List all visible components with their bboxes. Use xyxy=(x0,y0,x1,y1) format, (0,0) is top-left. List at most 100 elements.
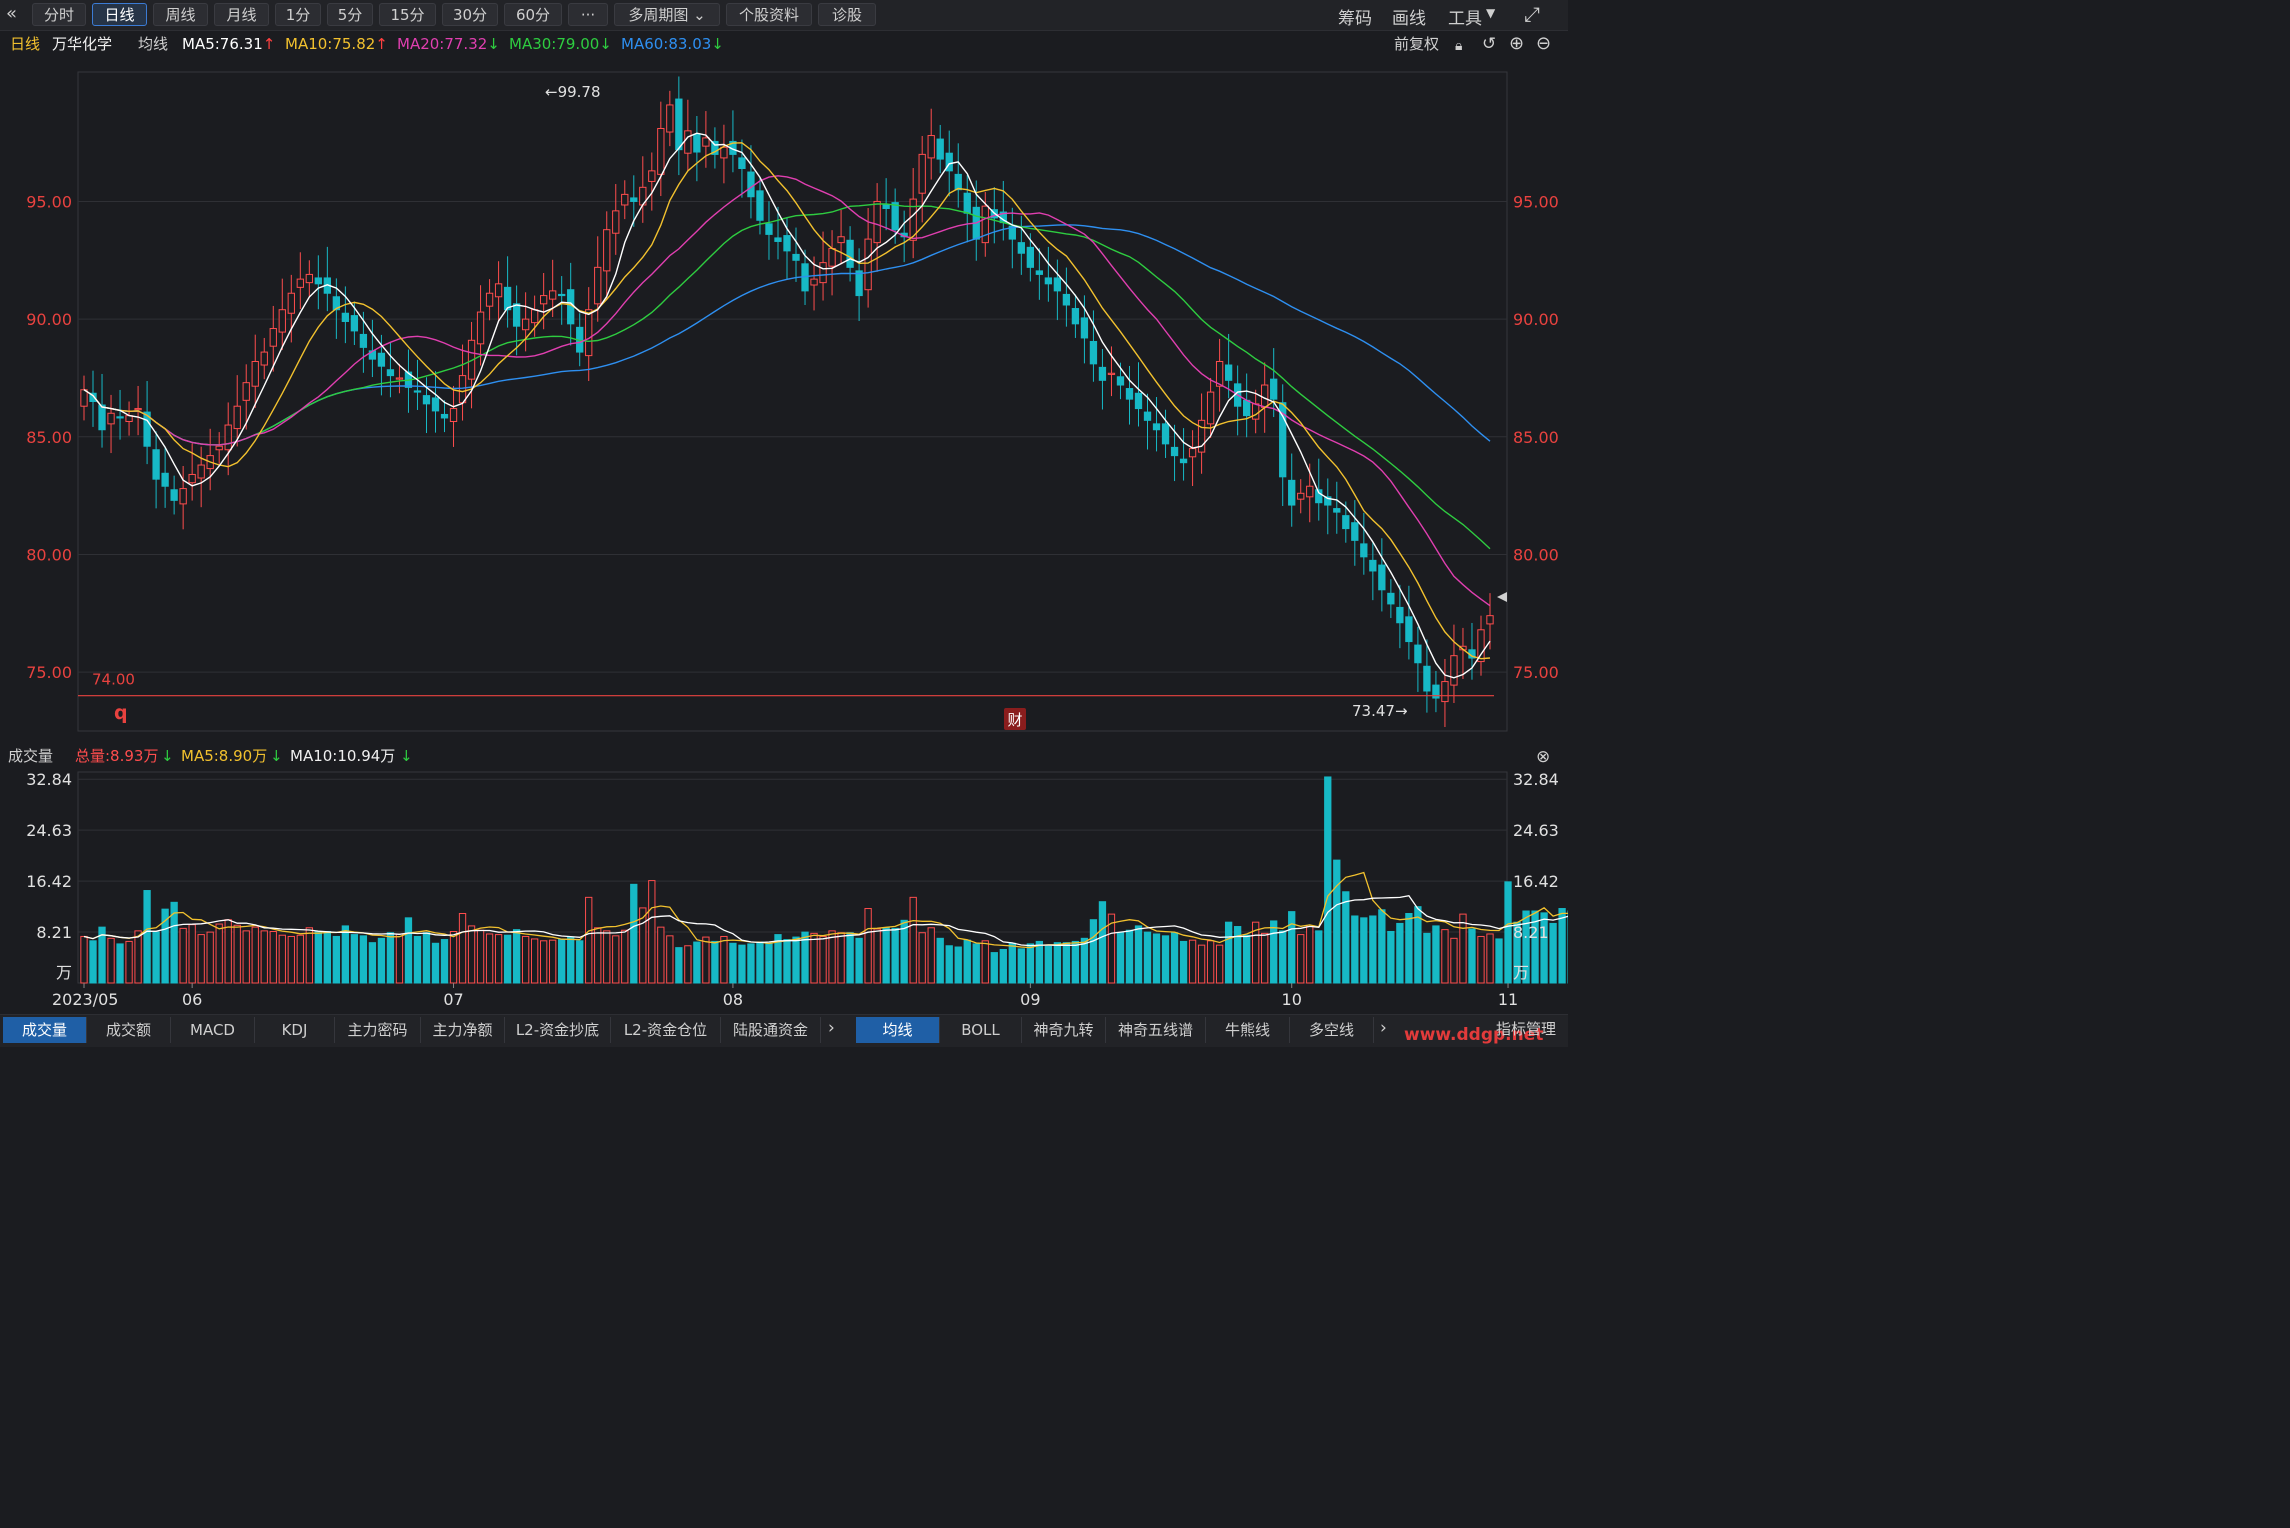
volume-bar xyxy=(1549,922,1557,984)
volume-bar xyxy=(1242,934,1251,984)
volume-bar xyxy=(1423,932,1431,984)
indicator-tab-7[interactable]: L2-资金仓位 xyxy=(611,1017,721,1043)
candle-body xyxy=(1116,376,1125,386)
x-tick-label: 11 xyxy=(1498,990,1518,1009)
volume-bar xyxy=(296,934,304,984)
chevron-right-icon[interactable]: › xyxy=(1380,1018,1387,1038)
volume-total: 总量:8.93万 xyxy=(75,747,159,765)
close-icon[interactable]: ⊗ xyxy=(1536,745,1550,769)
indicator-manage-button[interactable]: 指标管理 xyxy=(1496,1018,1556,1039)
volume-bar xyxy=(918,932,926,984)
overlay-tab-2[interactable]: 神奇九转 xyxy=(1022,1017,1106,1043)
candle-body xyxy=(215,445,223,451)
volume-bar xyxy=(134,930,142,984)
volume-bar xyxy=(1134,925,1143,984)
volume-bar xyxy=(990,952,998,984)
volume-bar xyxy=(1279,930,1287,984)
volume-bar xyxy=(179,927,187,984)
candle-body xyxy=(684,130,692,154)
x-tick-label: 06 xyxy=(182,990,202,1009)
indicator-tab-3[interactable]: KDJ xyxy=(255,1017,335,1043)
volume-bar xyxy=(386,932,395,984)
indicator-tab-8[interactable]: 陆股通资金 xyxy=(721,1017,821,1043)
overlay-tab-1[interactable]: BOLL xyxy=(940,1017,1022,1043)
price-tick-left: 85.00 xyxy=(26,428,72,447)
x-tick-label: 08 xyxy=(723,990,743,1009)
volume-tick-right: 24.63 xyxy=(1513,821,1559,840)
indicator-tab-5[interactable]: 主力净额 xyxy=(421,1017,505,1043)
candle-body xyxy=(1035,270,1044,275)
candle-body xyxy=(1071,308,1080,325)
candle-body xyxy=(1170,446,1179,457)
support-hline-label: 74.00 xyxy=(92,671,135,689)
chevron-right-icon[interactable]: › xyxy=(828,1018,835,1038)
volume-tick-left: 16.42 xyxy=(26,872,72,891)
volume-bar xyxy=(657,926,665,984)
volume-bar xyxy=(1396,922,1404,984)
volume-ma10: MA10:10.94万 xyxy=(290,747,396,765)
volume-bar xyxy=(603,930,611,984)
volume-bar xyxy=(1459,913,1467,984)
indicator-tab-2[interactable]: MACD xyxy=(171,1017,255,1043)
candle-body xyxy=(612,210,620,234)
indicator-tab-6[interactable]: L2-资金抄底 xyxy=(505,1017,611,1043)
candle-body xyxy=(918,153,926,194)
low-marker: 73.47→ xyxy=(1352,702,1408,720)
volume-bar xyxy=(1387,930,1395,984)
candle-body xyxy=(1270,378,1278,400)
candle-body xyxy=(828,248,836,267)
kline-chart[interactable]: 95.00 95.00 90.00 90.00 85.00 85.00 80.00 80.00… xyxy=(0,0,1568,1014)
candle-body xyxy=(585,309,593,357)
overlay-tab-0[interactable]: 均线 xyxy=(856,1017,940,1043)
indicator-tab-4[interactable]: 主力密码 xyxy=(335,1017,421,1043)
volume-bar xyxy=(206,931,214,984)
candle-body xyxy=(657,127,665,175)
volume-bar xyxy=(1161,935,1170,984)
volume-bar xyxy=(666,935,674,984)
volume-bar xyxy=(458,912,467,984)
volume-bar xyxy=(810,932,818,984)
overlay-tab-4[interactable]: 牛熊线 xyxy=(1206,1017,1290,1043)
candle-body xyxy=(882,204,890,210)
high-marker: ←99.78 xyxy=(545,83,601,101)
volume-bar xyxy=(711,940,719,984)
volume-bar xyxy=(963,939,971,984)
candle-body xyxy=(188,473,196,484)
volume-bar xyxy=(269,930,277,984)
candle-body xyxy=(666,104,674,133)
volume-bar xyxy=(864,908,872,984)
volume-bar xyxy=(891,927,899,984)
candle-body xyxy=(359,333,368,348)
candle-body xyxy=(161,472,169,487)
indicator-tabbar: 成交量 成交额 MACD KDJ 主力密码 主力净额 L2-资金抄底 L2-资金仓位 陆股通资金… xyxy=(0,1014,1568,1047)
candle-body xyxy=(558,293,566,297)
candle-body xyxy=(1080,317,1089,339)
candle-body xyxy=(503,286,512,311)
candle-body xyxy=(377,352,386,367)
volume-bar xyxy=(954,946,962,984)
candle-body xyxy=(981,205,989,244)
candle-body xyxy=(1396,606,1404,624)
volume-bar xyxy=(251,926,259,984)
volume-unit-left: 万 xyxy=(56,963,72,982)
indicator-tab-0[interactable]: 成交量 xyxy=(3,1017,87,1043)
candle-body xyxy=(494,283,503,298)
volume-bar xyxy=(350,934,359,984)
candle-body xyxy=(1152,423,1161,431)
volume-bar xyxy=(846,932,854,984)
volume-bar xyxy=(512,929,521,984)
volume-bar xyxy=(224,919,232,984)
indicator-tab-1[interactable]: 成交额 xyxy=(87,1017,171,1043)
candle-body xyxy=(512,303,521,327)
candle-body xyxy=(1062,293,1071,306)
candle-body xyxy=(152,449,160,480)
overlay-tab-5[interactable]: 多空线 xyxy=(1290,1017,1374,1043)
candle-body xyxy=(846,239,854,268)
volume-bar xyxy=(549,939,557,984)
overlay-tab-3[interactable]: 神奇五线谱 xyxy=(1106,1017,1206,1043)
volume-bar xyxy=(1306,926,1314,984)
candle-body xyxy=(765,223,773,235)
candle-body xyxy=(314,277,322,285)
volume-bar xyxy=(1441,929,1449,984)
candle-body xyxy=(197,464,205,479)
